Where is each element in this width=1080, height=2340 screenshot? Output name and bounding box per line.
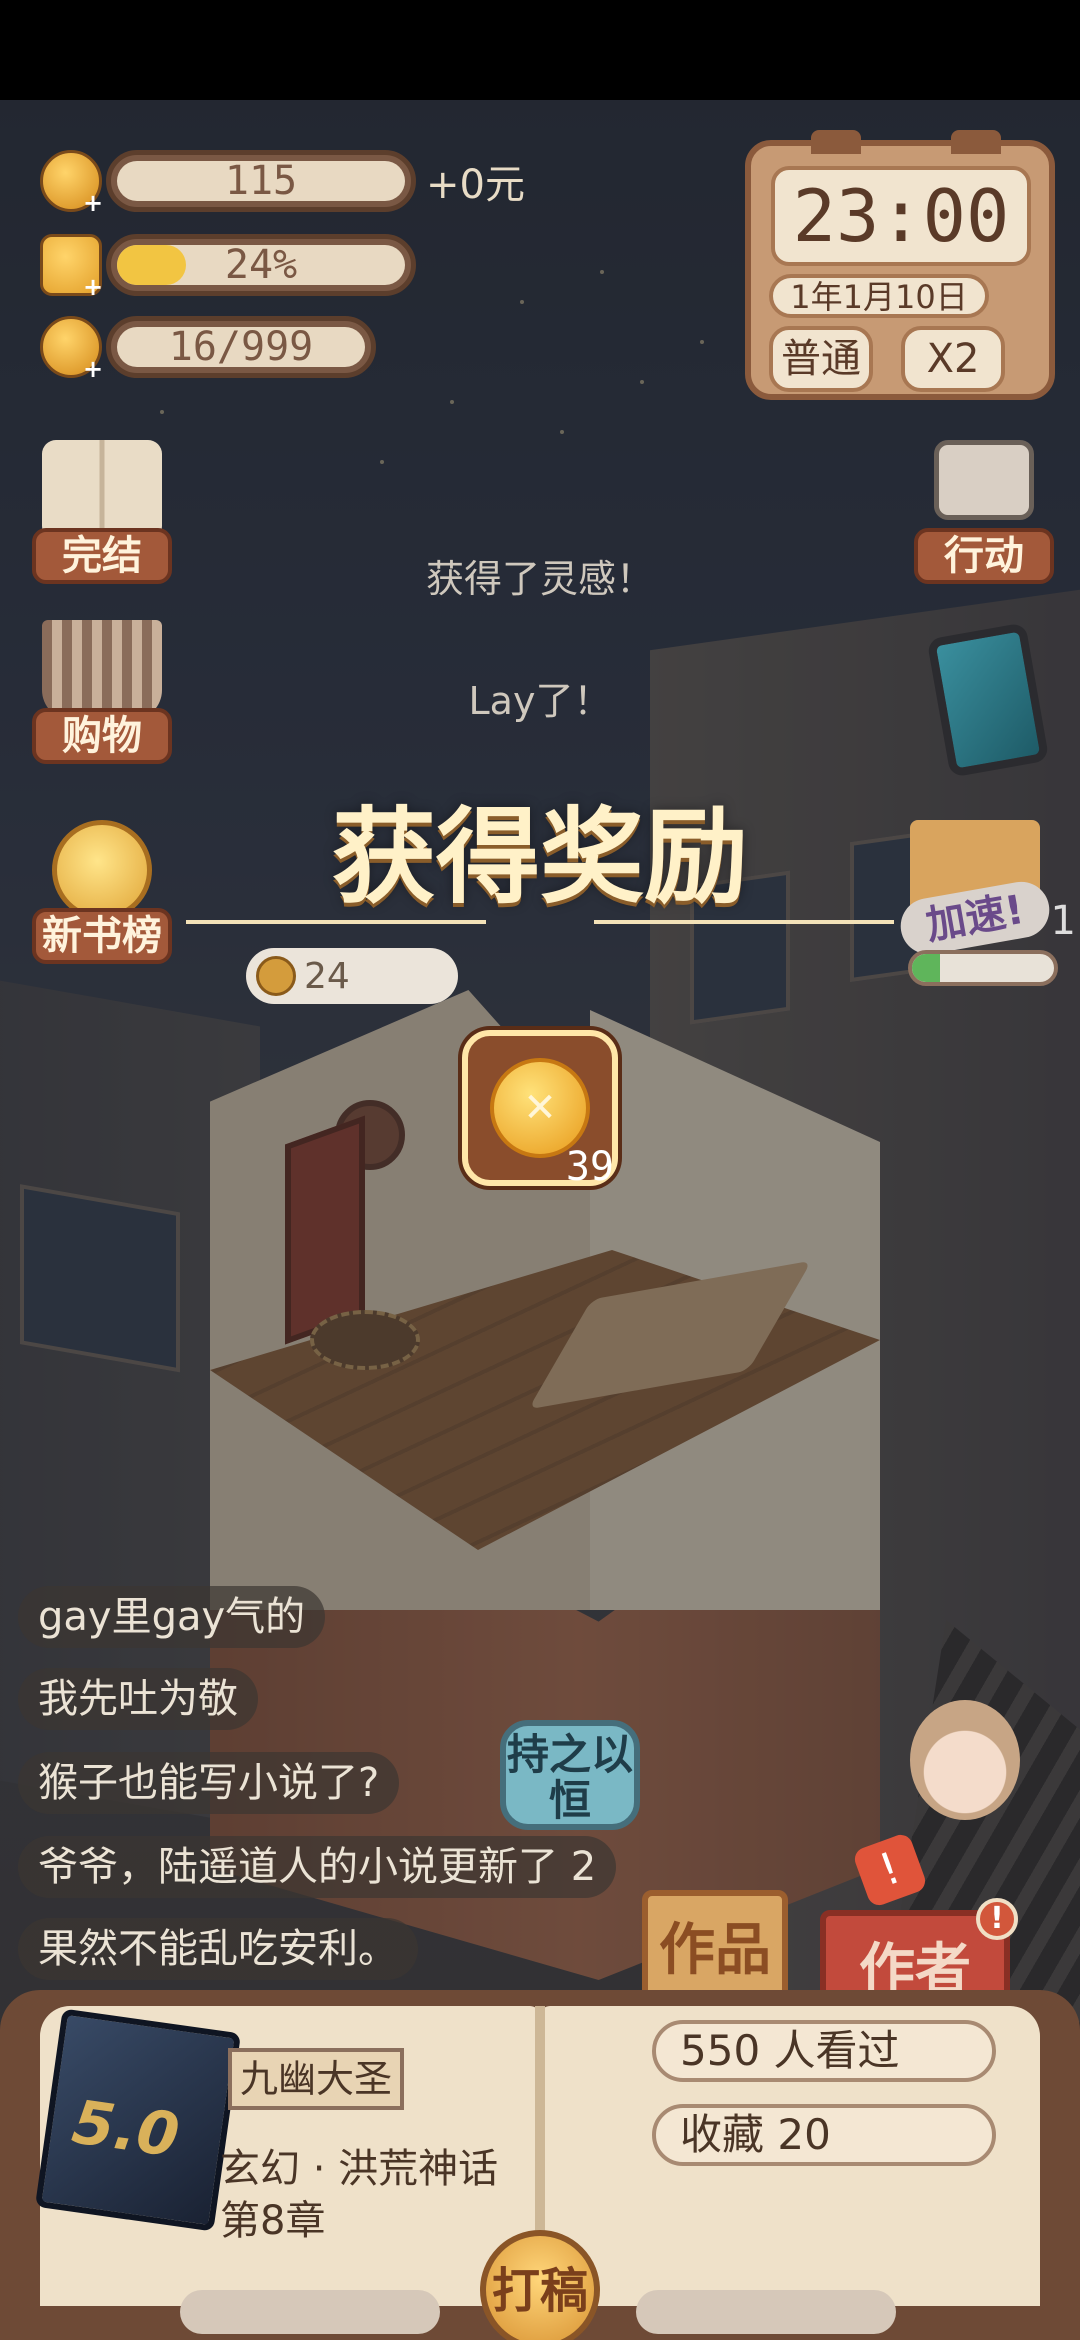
finish-label: 完结	[32, 528, 172, 584]
room-coin-bubble[interactable]: 24	[246, 948, 458, 1004]
inspiration-gained-message: 获得了灵感！	[425, 557, 654, 601]
coin-icon	[490, 1058, 590, 1158]
chat-comment: 我先吐为敬	[18, 1668, 258, 1730]
lightning-icon[interactable]: +	[40, 234, 104, 301]
plus-icon: +	[82, 189, 104, 217]
tab-works[interactable]: 作品	[642, 1890, 788, 2000]
game-clock: 23:00 1年1月10日 普通 X2	[745, 130, 1055, 400]
speedup-progress-fill	[912, 954, 941, 982]
clock-date: 1年1月10日	[769, 274, 989, 318]
favorites-count: 收藏 20	[652, 2104, 996, 2166]
lightbulb-icon[interactable]: +	[40, 316, 104, 383]
inspiration-stat[interactable]: + 16/999	[40, 314, 376, 383]
chat-comment: 猴子也能写小说了?	[18, 1752, 400, 1814]
bottom-progress-left	[180, 2290, 440, 2334]
open-book-icon	[42, 440, 162, 540]
chat-comment: 爷爷，陆遥道人的小说更新了 2	[18, 1836, 617, 1898]
write-draft-button[interactable]: 打稿	[480, 2230, 600, 2340]
coin-value: 115	[224, 158, 298, 204]
reward-divider-left	[186, 920, 486, 924]
bottom-progress-right	[636, 2290, 896, 2334]
speedup-count: 1	[1050, 898, 1076, 944]
energy-value: 24%	[224, 242, 298, 288]
speed-x2-button[interactable]: X2	[901, 326, 1005, 392]
clock-bell	[811, 130, 861, 154]
reward-quantity: 39	[565, 1144, 614, 1190]
inspiration-bar: 16/999	[106, 316, 376, 378]
shopping-basket-icon	[42, 620, 162, 720]
chat-comment: gay里gay气的	[18, 1586, 326, 1648]
inspiration-value: 16/999	[168, 324, 314, 370]
clock-bell	[951, 130, 1001, 154]
persist-badge[interactable]: 持之以恒	[500, 1720, 640, 1830]
assistant-character[interactable]: !	[851, 1690, 1040, 1909]
coin-icon[interactable]: +	[40, 150, 104, 217]
energy-bar: 24%	[106, 234, 416, 296]
energy-stat[interactable]: + 24%	[40, 232, 416, 301]
reward-item[interactable]: 39	[462, 1030, 618, 1190]
plus-icon: +	[82, 273, 104, 301]
status-bar	[0, 0, 1080, 100]
chat-comment: 果然不能乱吃安利。	[18, 1918, 418, 1980]
coin-bar: 115	[106, 150, 416, 212]
tablet-icon	[926, 622, 1050, 778]
assistant-avatar	[910, 1700, 1020, 1820]
room-coin-value: 24	[304, 955, 350, 997]
speed-mode-normal-button[interactable]: 普通	[769, 326, 873, 392]
action-button[interactable]: 行动	[904, 440, 1064, 590]
novel-cover[interactable]: 5.0	[34, 2008, 242, 2232]
plus-icon: +	[82, 355, 104, 383]
novel-genre: 玄幻 · 洪荒神话	[220, 2146, 499, 2192]
finish-button[interactable]: 完结	[22, 440, 182, 590]
novel-chapter: 第8章	[220, 2198, 326, 2244]
coin-stat[interactable]: + 115 +0元	[40, 148, 525, 217]
clock-time: 23:00	[771, 166, 1031, 266]
coin-bonus: +0元	[426, 162, 525, 208]
lay-message: Lay了！	[468, 679, 612, 723]
notification-badge: !	[976, 1898, 1018, 1940]
novel-rating: 5.0	[68, 2087, 184, 2172]
reward-divider-right	[594, 920, 894, 924]
coin-icon	[256, 956, 296, 996]
speedup-widget[interactable]: 加速! 1	[880, 820, 1080, 1000]
action-label: 行动	[914, 528, 1054, 584]
views-count: 550 人看过	[652, 2020, 996, 2082]
typewriter-icon	[934, 440, 1034, 520]
tablet-button[interactable]	[904, 622, 1064, 780]
shopping-label: 购物	[32, 708, 172, 764]
speedup-progress	[908, 950, 1058, 986]
novel-title: 九幽大圣	[228, 2048, 404, 2110]
shopping-button[interactable]: 购物	[22, 620, 182, 770]
